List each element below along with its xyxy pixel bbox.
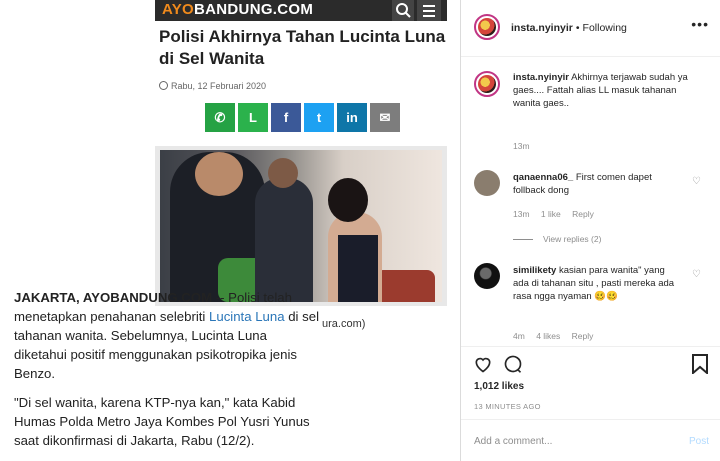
article-photo (160, 150, 442, 302)
comment-meta: 4m 4 likes Reply (513, 331, 602, 341)
username-link[interactable]: insta.nyinyir (513, 72, 569, 83)
site-logo: AYOBANDUNG.COM (162, 1, 313, 18)
divider (461, 346, 720, 347)
search-icon (392, 0, 414, 21)
person-dress (338, 235, 378, 302)
share-buttons: ✆ Lf t in ✉ (205, 103, 400, 132)
article-paragraph: "Di sel wanita, karena KTP-nya kan," kat… (14, 395, 310, 448)
username-link[interactable]: qanaenna06_ (513, 172, 573, 183)
photo-caption: ura.com) (322, 318, 366, 330)
article-link: Lucinta Luna (209, 309, 285, 324)
post-time[interactable]: 13 MINUTES AGO (474, 402, 541, 411)
article-paragraph: JAKARTA, AYOBANDUNG.COM -- Polisi telah … (14, 288, 320, 383)
comment-bubble-icon[interactable] (503, 354, 523, 378)
comment: qanaenna06_ First comen dapet follback d… (513, 171, 683, 197)
timestamp[interactable]: 13m (513, 141, 530, 151)
post-caption: insta.nyinyir Akhirnya terjawab sudah ya… (513, 71, 703, 110)
site-header: AYOBANDUNG.COM (155, 0, 447, 21)
post-button[interactable]: Post (689, 436, 709, 447)
facebook-icon: f (271, 103, 301, 132)
action-bar (473, 354, 713, 376)
avatar[interactable] (474, 170, 500, 196)
article-body: JAKARTA, AYOBANDUNG.COM -- Polisi telah … (14, 288, 320, 460)
likes-count[interactable]: 1,012 likes (474, 381, 524, 392)
avatar[interactable] (474, 14, 500, 40)
article-date: Rabu, 12 Februari 2020 (159, 81, 266, 91)
like-heart-icon[interactable] (473, 354, 493, 378)
linkedin-icon: in (337, 103, 367, 132)
view-replies-button[interactable]: View replies (2) (513, 234, 601, 244)
view-replies-label: View replies (2) (543, 234, 602, 244)
more-options-icon[interactable]: ••• (691, 16, 709, 32)
person-figure (255, 178, 313, 302)
divider (461, 419, 720, 420)
instagram-panel: insta.nyinyir • Following ••• insta.nyinyi… (460, 0, 720, 461)
post-header: insta.nyinyir • Following (511, 22, 627, 34)
timestamp[interactable]: 4m (513, 331, 525, 341)
add-comment-input[interactable]: Add a comment... (474, 436, 552, 447)
logo-ayo-text: AYO (162, 1, 195, 18)
clock-icon (159, 81, 168, 90)
separator-dot: • (575, 22, 580, 34)
post-image: AYOBANDUNG.COM Polisi Akhirnya Tahan Luc… (0, 0, 460, 461)
avatar[interactable] (474, 263, 500, 289)
divider (461, 56, 720, 57)
following-button[interactable]: Following (583, 22, 627, 34)
reply-button[interactable]: Reply (572, 209, 594, 219)
avatar[interactable] (474, 71, 500, 97)
caption-meta: 13m (513, 141, 539, 151)
comment: similikety kasian para wanita" yang ada … (513, 264, 683, 303)
replies-line (513, 239, 533, 241)
logo-bandung-text: BANDUNG.COM (194, 1, 314, 18)
like-count[interactable]: 4 likes (536, 331, 560, 341)
sofa (375, 270, 435, 302)
email-icon: ✉ (370, 103, 400, 132)
bookmark-icon[interactable] (691, 354, 709, 378)
line-icon: L (238, 103, 268, 132)
timestamp[interactable]: 13m (513, 209, 530, 219)
twitter-icon: t (304, 103, 334, 132)
reply-button[interactable]: Reply (572, 331, 594, 341)
article-title: Polisi Akhirnya Tahan Lucinta Luna di Se… (159, 27, 446, 69)
like-comment-icon[interactable]: ♡ (692, 269, 701, 280)
dateline: JAKARTA, AYOBANDUNG.COM (14, 290, 213, 305)
person-head (195, 152, 243, 196)
person-head (268, 158, 298, 188)
username-link[interactable]: similikety (513, 265, 556, 276)
like-comment-icon[interactable]: ♡ (692, 176, 701, 187)
menu-icon (417, 0, 441, 21)
comment-meta: 13m 1 like Reply (513, 209, 603, 219)
article-date-text: Rabu, 12 Februari 2020 (171, 81, 267, 91)
like-count[interactable]: 1 like (541, 209, 561, 219)
username-link[interactable]: insta.nyinyir (511, 22, 573, 34)
whatsapp-icon: ✆ (205, 103, 235, 132)
person-head (328, 178, 368, 222)
